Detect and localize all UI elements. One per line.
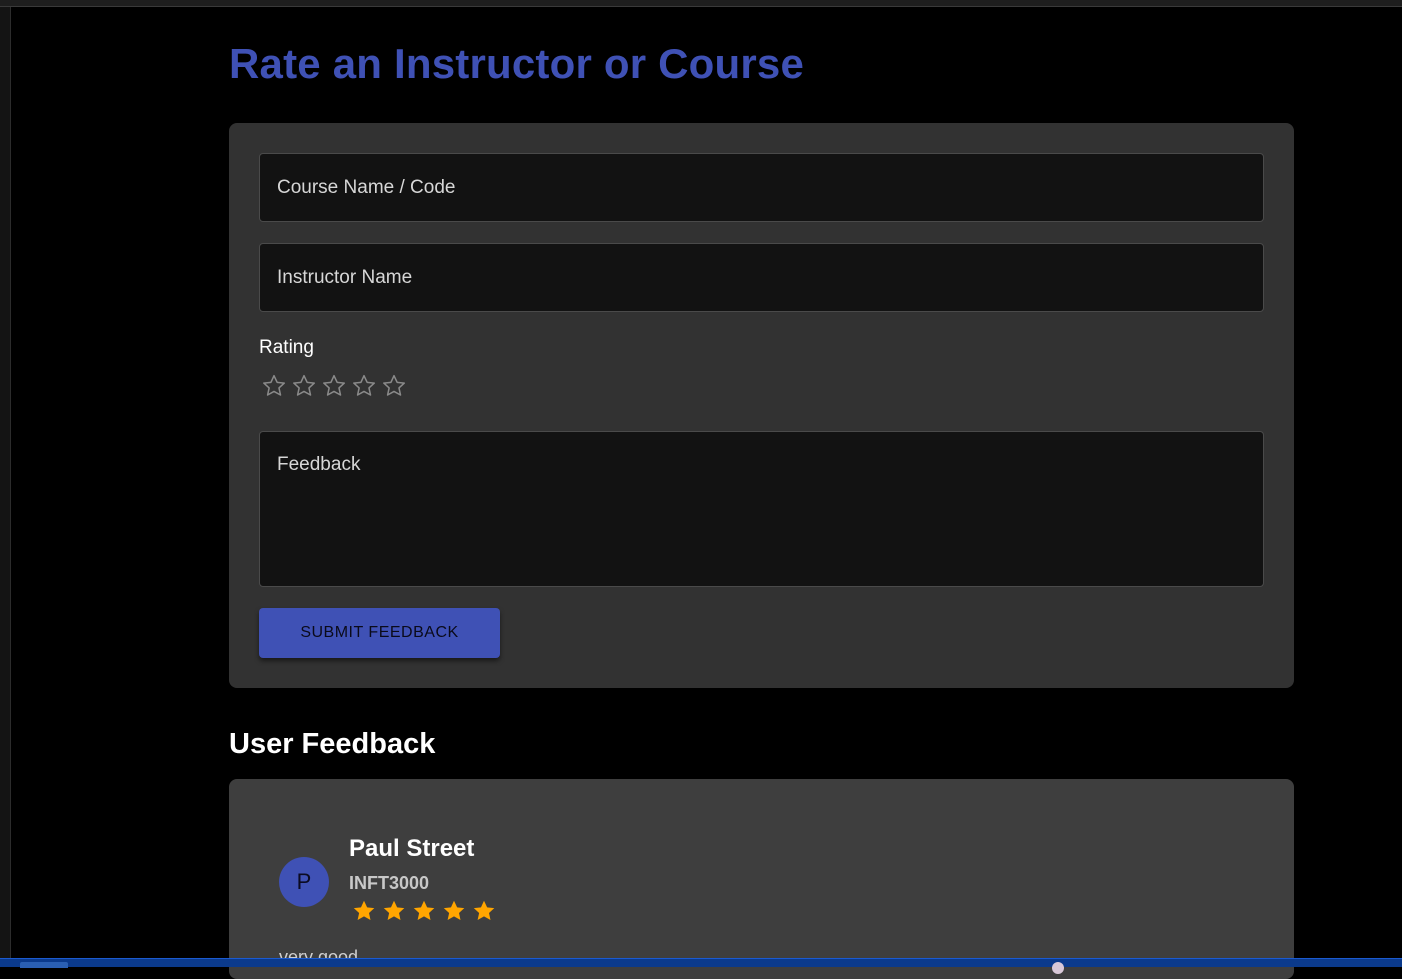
instructor-name-input[interactable]: [259, 243, 1264, 312]
star-outline-icon[interactable]: [259, 371, 289, 401]
taskbar-icon[interactable]: [1052, 962, 1064, 974]
rating-form-card: Rating Feedback SUBMIT FEEDBACK: [229, 123, 1294, 688]
feedback-author-name: Paul Street: [349, 835, 475, 862]
star-filled-icon: [439, 896, 469, 926]
course-name-input[interactable]: [259, 153, 1264, 222]
star-outline-icon[interactable]: [349, 371, 379, 401]
avatar: P: [279, 857, 329, 907]
star-filled-icon: [379, 896, 409, 926]
star-outline-icon[interactable]: [379, 371, 409, 401]
feedback-rating-stars: [349, 896, 499, 926]
submit-feedback-button[interactable]: SUBMIT FEEDBACK: [259, 608, 500, 658]
star-filled-icon: [349, 896, 379, 926]
star-filled-icon: [469, 896, 499, 926]
taskbar-item[interactable]: [20, 962, 68, 968]
window-top-edge: [0, 0, 1402, 7]
star-filled-icon: [409, 896, 439, 926]
feedback-textarea[interactable]: Feedback: [259, 431, 1264, 587]
feedback-course-code: INFT3000: [349, 873, 430, 893]
star-outline-icon[interactable]: [289, 371, 319, 401]
feedback-card: P Paul Street INFT3000 very good: [229, 779, 1294, 979]
page-title: Rate an Instructor or Course: [229, 40, 805, 87]
user-feedback-heading: User Feedback: [229, 728, 436, 760]
rating-stars-input[interactable]: [259, 371, 409, 401]
rating-label: Rating: [259, 337, 314, 358]
left-window-edge: [0, 7, 11, 960]
taskbar: [0, 958, 1402, 974]
star-outline-icon[interactable]: [319, 371, 349, 401]
